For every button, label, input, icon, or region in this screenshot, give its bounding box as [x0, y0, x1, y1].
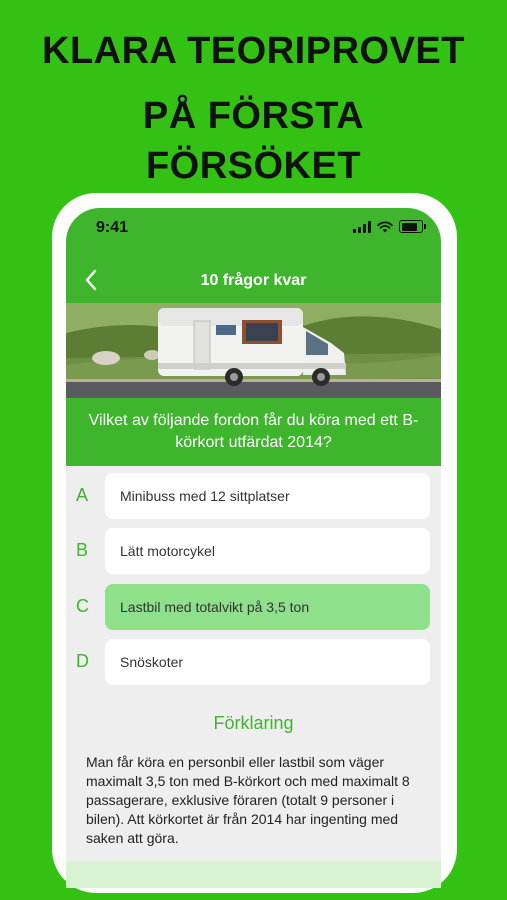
- answer-row-d: D Snöskoter: [66, 639, 441, 685]
- battery-icon: [399, 220, 426, 233]
- wifi-icon: [377, 220, 393, 232]
- answer-letter: B: [76, 540, 89, 560]
- promo-headline-line1: KLARA TEORIPROVET: [42, 30, 465, 72]
- question-text: Vilket av följande fordon får du köra me…: [66, 398, 441, 466]
- answer-option-c[interactable]: Lastbil med totalvikt på 3,5 ton: [105, 584, 430, 630]
- answer-option-d[interactable]: Snöskoter: [105, 639, 430, 685]
- question-image: [66, 303, 441, 398]
- promo-headline-line2: PÅ FÖRSTA: [142, 95, 365, 137]
- answer-row-c: C Lastbil med totalvikt på 3,5 ton: [66, 584, 441, 630]
- answer-row-b: B Lätt motorcykel: [66, 528, 441, 574]
- status-time: 9:41: [96, 219, 129, 236]
- answer-letter: C: [76, 596, 89, 616]
- questions-remaining-title: 10 frågor kvar: [200, 272, 307, 289]
- status-icons: [353, 220, 426, 233]
- answer-letter: D: [76, 651, 89, 671]
- top-bar: 9:41 10 frågor kvar: [66, 208, 441, 303]
- explanation-text: Man får köra en personbil eller lastbil …: [86, 754, 410, 846]
- promo-headline-line3: FÖRSÖKET: [145, 145, 362, 187]
- answer-option-b[interactable]: Lätt motorcykel: [105, 528, 430, 574]
- explanation-title: Förklaring: [213, 713, 294, 733]
- next-button-strip[interactable]: [66, 861, 441, 888]
- answer-letter: A: [76, 485, 89, 505]
- app-screen: 9:41 10 frågor kvar Vilket av följande f…: [66, 208, 441, 888]
- answer-row-a: A Minibuss med 12 sittplatser: [66, 473, 441, 519]
- answer-option-a[interactable]: Minibuss med 12 sittplatser: [105, 473, 430, 519]
- cellular-signal-icon: [353, 220, 371, 233]
